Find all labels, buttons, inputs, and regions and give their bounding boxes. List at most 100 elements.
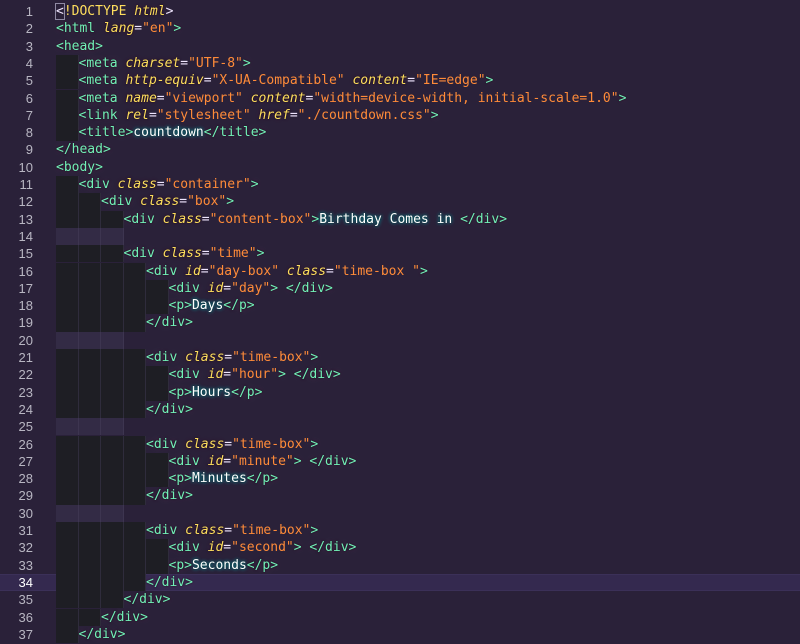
indent-guide (56, 193, 79, 211)
code-line[interactable]: 2 <html lang="en"> (0, 20, 800, 37)
code-line[interactable]: 21 <div class="time-box"> (0, 349, 800, 367)
code-line[interactable]: 16 <div id="day-box" class="time-box "> (0, 262, 800, 280)
code-line[interactable]: 31 <div class="time-box"> (0, 522, 800, 540)
indent-guide (78, 245, 101, 263)
code-line[interactable]: 36 </div> (0, 608, 800, 626)
line-number: 34 (18, 574, 33, 590)
code-token-str: "minute" (231, 453, 294, 469)
indent-guide (123, 435, 146, 453)
code-line[interactable]: 11 <div class="container"> (0, 176, 800, 194)
indent-guide (56, 279, 79, 298)
indent-guide (101, 279, 124, 298)
code-text: <meta charset="UTF-8"> (79, 55, 251, 72)
indent-guide (56, 54, 79, 73)
code-line[interactable]: 34 </div> (0, 573, 800, 592)
line-number: 4 (25, 55, 33, 71)
indent-guide (56, 608, 79, 626)
code-line[interactable]: 3 <head> (0, 38, 800, 55)
code-line[interactable]: 12 <div class="box"> (0, 193, 800, 211)
code-token-attr: name (125, 90, 157, 106)
line-number: 31 (18, 523, 33, 538)
indent-guide (101, 591, 124, 609)
code-token-tag: <div (168, 280, 208, 296)
code-line[interactable]: 29 </div> (0, 487, 800, 505)
code-line[interactable]: 9 </head> (0, 141, 800, 158)
indent-guide (56, 72, 79, 90)
code-text: </div> (79, 626, 126, 643)
code-line[interactable]: 1 <!DOCTYPE html> (0, 3, 800, 20)
code-line[interactable]: 23 <p>Hours</p> (0, 383, 800, 401)
indent-guide (78, 193, 101, 211)
code-line[interactable]: 26 <div class="time-box"> (0, 435, 800, 453)
code-line[interactable]: 20 (0, 331, 800, 349)
code-token-attr: id (207, 367, 224, 383)
code-line[interactable]: 32 <div id="second"> </div> (0, 539, 800, 557)
code-text: </div> (124, 591, 171, 608)
indent-guide (56, 227, 79, 246)
indent-guide (101, 227, 124, 246)
code-text: <div class="time"> (124, 245, 265, 262)
code-token-attr: content (352, 73, 408, 89)
code-line[interactable]: 30 (0, 504, 800, 522)
code-token-txt: Hours (191, 384, 232, 400)
code-text: <link rel="stylesheet" href="./countdown… (79, 107, 439, 124)
line-number: 32 (18, 540, 33, 556)
code-line[interactable]: 17 <div id="day"> </div> (0, 279, 800, 298)
code-line[interactable]: 7 <link rel="stylesheet" href="./countdow… (0, 106, 800, 125)
code-line[interactable]: 35 </div> (0, 591, 800, 609)
code-line[interactable]: 24 </div> (0, 400, 800, 419)
code-line[interactable]: 8 <title>countdown</title> (0, 124, 800, 142)
code-editor[interactable]: 1 <!DOCTYPE html> 2 <html lang="en"> 3 <head>… (0, 0, 800, 644)
code-line[interactable]: 10 <body> (0, 159, 800, 176)
code-token-txt: Birthday Comes in (319, 211, 461, 227)
code-line[interactable]: 6 <meta name="viewport" content="width=de… (0, 89, 800, 107)
code-token-punc: < (55, 3, 65, 20)
code-line[interactable]: 13 <div class="content-box">Birthday Come… (0, 210, 800, 228)
code-token-tag: </div> (146, 488, 193, 504)
code-line[interactable]: 15 <div class="time"> (0, 245, 800, 263)
code-token-attr: class (286, 263, 327, 279)
code-token-tag: > (173, 21, 182, 37)
code-text: <!DOCTYPE html> (55, 3, 173, 20)
code-line[interactable]: 18 <p>Days</p> (0, 297, 800, 315)
code-line[interactable]: 25 (0, 418, 800, 436)
code-token-txt: Minutes (191, 471, 247, 487)
code-line[interactable]: 27 <div id="minute"> </div> (0, 452, 800, 471)
code-line[interactable]: 19 </div> (0, 314, 800, 332)
code-line[interactable]: 14 (0, 227, 800, 246)
code-line[interactable]: 37 </div> (0, 625, 800, 644)
indent-guide (146, 556, 169, 574)
code-text: <meta name="viewport" content="width=dev… (79, 90, 627, 107)
code-token-punc: = (203, 73, 212, 89)
code-text: <html lang="en"> (56, 20, 181, 37)
code-token-tag: <div (101, 194, 141, 210)
code-token-tag: > (293, 453, 302, 469)
line-number: 27 (18, 453, 33, 469)
code-token-attr: html (134, 4, 166, 19)
code-token-tag: </div> (285, 280, 333, 296)
code-text: <meta http-equiv="X-UA-Compatible" conte… (79, 72, 494, 89)
indent-guide (101, 522, 124, 540)
indent-guide (56, 349, 79, 367)
indent-guide (101, 262, 124, 280)
line-number: 1 (25, 4, 33, 19)
line-number: 8 (25, 125, 33, 141)
code-token-tag: </div> (123, 592, 171, 608)
indent-guide (101, 349, 124, 367)
indent-guide (56, 556, 79, 574)
code-token-punc: = (289, 107, 298, 123)
code-token-str: "day-box" (208, 263, 287, 279)
code-line[interactable]: 33 <p>Seconds</p> (0, 556, 800, 574)
code-text: <div id="second"> </div> (169, 539, 357, 556)
code-line[interactable]: 28 <p>Minutes</p> (0, 470, 800, 488)
indent-guide (101, 210, 124, 228)
code-token-str: "box" (187, 194, 227, 210)
code-token-attr: content (250, 90, 306, 106)
line-number: 36 (18, 609, 33, 625)
indent-guide (146, 452, 169, 471)
code-line[interactable]: 5 <meta http-equiv="X-UA-Compatible" cont… (0, 72, 800, 90)
code-line[interactable]: 22 <div id="hour"> </div> (0, 366, 800, 384)
code-line[interactable]: 4 <meta charset="UTF-8"> (0, 54, 800, 73)
code-token-tag: > (293, 540, 302, 556)
code-token-tag: </p> (246, 557, 279, 573)
